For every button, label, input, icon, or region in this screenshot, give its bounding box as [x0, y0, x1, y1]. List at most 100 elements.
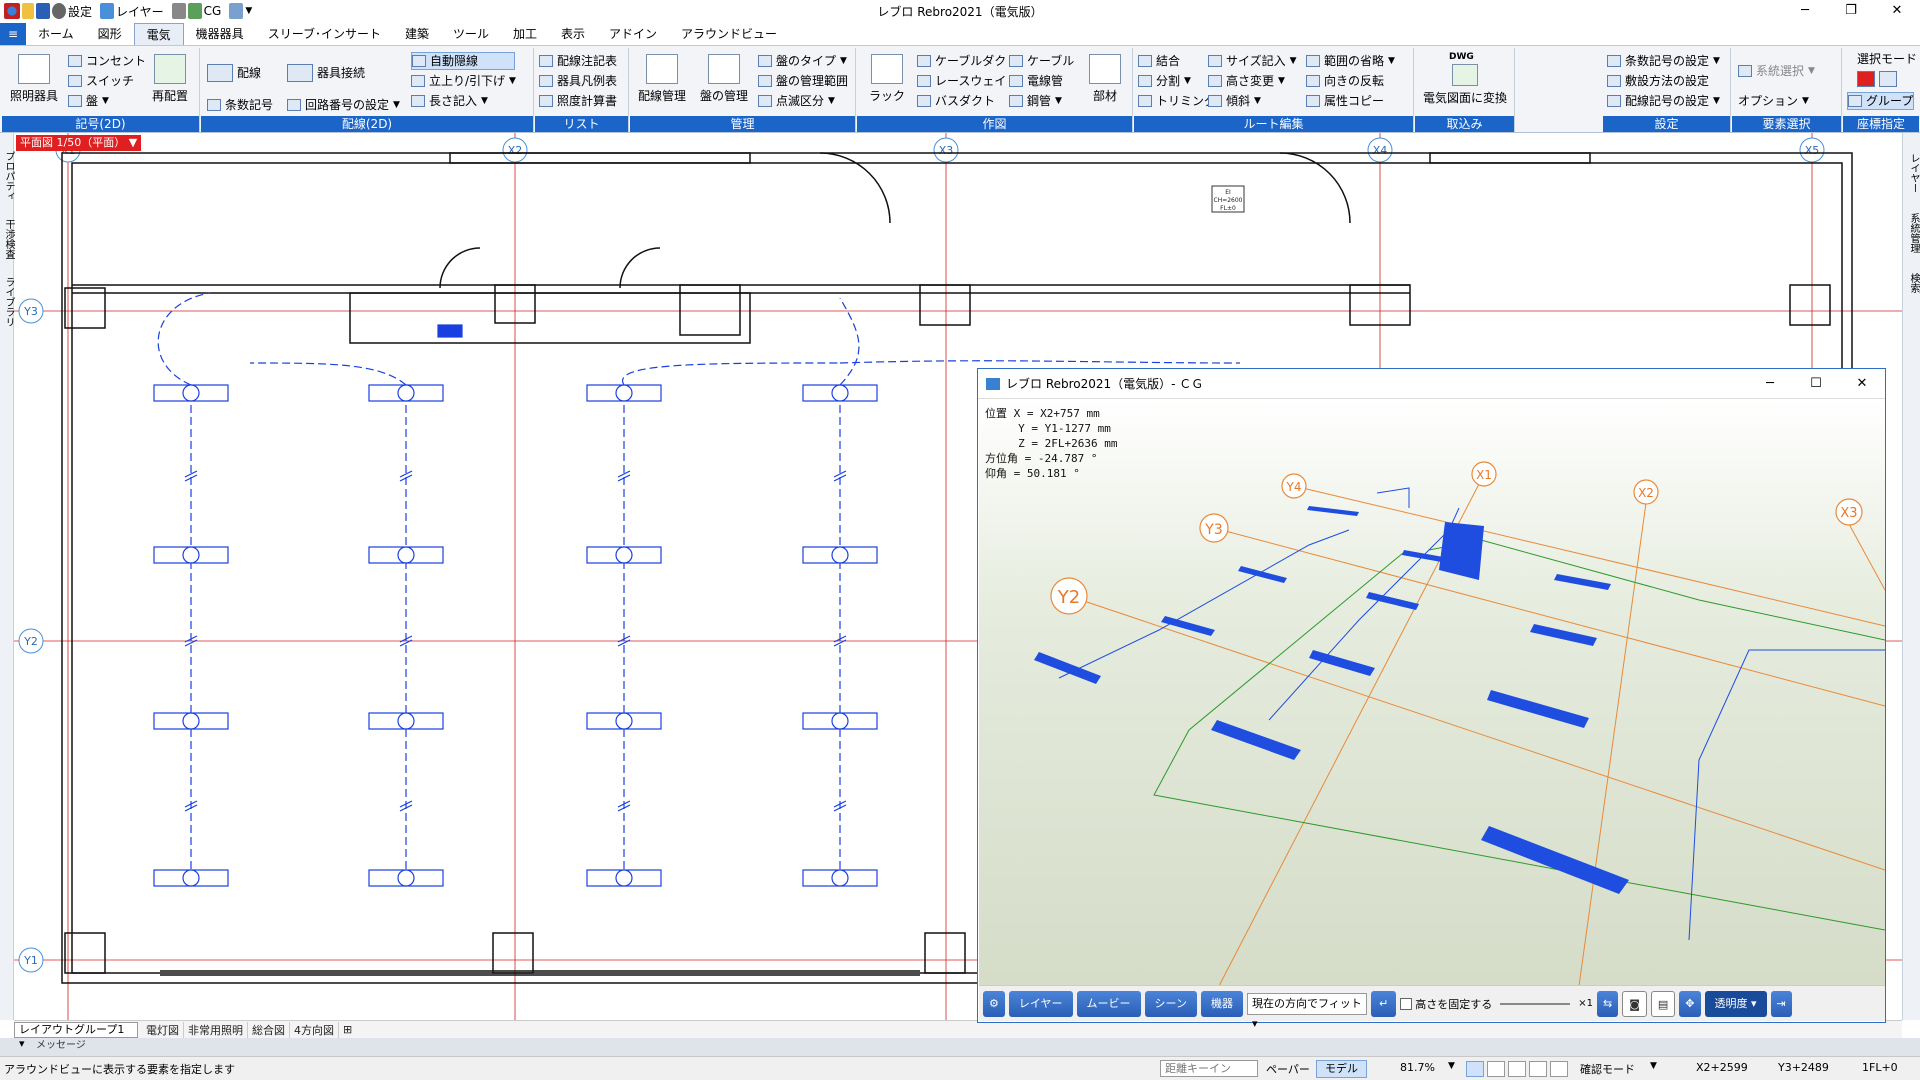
cg-exit-button[interactable]: ⇥	[1770, 990, 1792, 1017]
layer-tab[interactable]: レイヤー	[1906, 153, 1920, 193]
distribution-panel[interactable]	[437, 324, 463, 338]
cg-movie-button[interactable]: ムービー	[1076, 990, 1141, 1017]
interference-tab[interactable]: 干渉検査	[1, 219, 16, 259]
restore-button[interactable]: ❐	[1828, 0, 1874, 22]
cg-compass-button[interactable]: ✥	[1679, 990, 1701, 1017]
join-button[interactable]: 結合	[1138, 52, 1180, 70]
app-logo-icon[interactable]	[4, 3, 20, 19]
length-input-button[interactable]: 長さ記入 ▼	[411, 92, 488, 110]
conduit-button[interactable]: 鋼管 ▼	[1009, 92, 1062, 110]
settings-button[interactable]: 設定	[68, 3, 92, 20]
split-button[interactable]: 分割 ▼	[1138, 72, 1191, 90]
cg-speed-slider[interactable]	[1500, 1002, 1571, 1005]
gear-icon[interactable]	[52, 3, 66, 19]
count-symbol-button[interactable]: 条数記号	[207, 96, 273, 114]
snap-icon[interactable]	[1487, 1061, 1505, 1077]
parts-button[interactable]: 部材	[1079, 54, 1131, 104]
library-tab[interactable]: ライブラリ	[1, 277, 16, 327]
omit-range-button[interactable]: 範囲の省略 ▼	[1306, 52, 1395, 70]
camera-icon[interactable]	[229, 3, 244, 19]
add-layout-icon[interactable]: ⊞	[339, 1023, 356, 1036]
tab-electric[interactable]: 電気	[133, 23, 184, 45]
cg-camera-button[interactable]: ◙	[1622, 990, 1647, 1017]
cg-equipment-button[interactable]: 機器	[1201, 990, 1243, 1017]
model-tab[interactable]: モデル	[1316, 1060, 1367, 1078]
cg-close-button[interactable]: ✕	[1839, 369, 1885, 399]
size-input-button[interactable]: サイズ記入 ▼	[1208, 52, 1297, 70]
count-setting-button[interactable]: 条数記号の設定 ▼	[1607, 52, 1720, 70]
confirm-mode[interactable]: 確認モード	[1580, 1061, 1635, 1077]
cg-transparency-button[interactable]: 透明度 ▾	[1704, 990, 1767, 1017]
layout-tab-emergency[interactable]: 非常用照明	[184, 1021, 248, 1038]
cg-settings-button[interactable]: ⚙	[983, 990, 1005, 1017]
view-icon[interactable]	[1550, 1061, 1568, 1077]
busduct-button[interactable]: バスダクト	[917, 92, 995, 110]
chevron-down-icon[interactable]: ▼	[1448, 1061, 1455, 1071]
cg-layer-button[interactable]: レイヤー	[1008, 990, 1073, 1017]
tab-sleeve-insert[interactable]: スリーブ･インサート	[256, 23, 393, 45]
raceway-button[interactable]: レースウェイ	[917, 72, 1006, 90]
trim-button[interactable]: トリミング	[1138, 92, 1216, 110]
cg-swap-button[interactable]: ⇆	[1596, 990, 1619, 1017]
cg-3d-view[interactable]: 位置 X = X2+757 mm Y = Y1-1277 mm Z = 2FL+…	[979, 400, 1885, 986]
illuminance-button[interactable]: 照度計算書	[539, 92, 617, 110]
switch-button[interactable]: スイッチ	[68, 72, 134, 90]
rack-button[interactable]: ラック	[857, 54, 917, 104]
group-button[interactable]: グループ	[1847, 92, 1915, 110]
system-select-button[interactable]: 系統選択 ▼	[1738, 62, 1815, 80]
cg-maximize-button[interactable]: ☐	[1793, 369, 1839, 399]
attr-copy-button[interactable]: 属性コピー	[1306, 92, 1384, 110]
file-menu-button[interactable]: ≡	[0, 23, 26, 45]
tab-aroundview[interactable]: アラウンドビュー	[669, 23, 789, 45]
view-label[interactable]: 平面図 1/50（平面） ▼	[16, 135, 142, 151]
cg-fit-select[interactable]: 現在の方向でフィット ▾	[1247, 992, 1367, 1030]
tab-home[interactable]: ホーム	[26, 23, 86, 45]
cable-button[interactable]: ケーブル	[1009, 52, 1074, 70]
message-label[interactable]: メッセージ	[36, 1037, 86, 1055]
tab-addin[interactable]: アドイン	[597, 23, 669, 45]
layout-tab-lighting[interactable]: 電灯図	[142, 1021, 184, 1038]
lighting-button[interactable]: 照明器具	[4, 54, 64, 104]
paper-tab[interactable]: ペーパー	[1266, 1061, 1310, 1077]
cg-fix-height-checkbox[interactable]: 高さを固定する	[1400, 996, 1492, 1012]
cg-scene-button[interactable]: シーン	[1144, 990, 1197, 1017]
layer-button[interactable]: レイヤー	[116, 3, 164, 20]
tab-architecture[interactable]: 建築	[393, 23, 441, 45]
tab-processing[interactable]: 加工	[501, 23, 549, 45]
install-setting-button[interactable]: 敷設方法の設定	[1607, 72, 1709, 90]
minimize-button[interactable]: ─	[1782, 0, 1828, 22]
layout-group-select[interactable]: レイアウトグループ1 ▾	[14, 1021, 138, 1050]
select-mode-button[interactable]: 選択モード	[1857, 50, 1917, 68]
legend-button[interactable]: 器具凡例表	[539, 72, 617, 90]
slope-button[interactable]: 傾斜 ▼	[1208, 92, 1261, 110]
grid-snap-icon[interactable]	[1508, 1061, 1526, 1077]
auto-hidden-line-button[interactable]: 自動隠線	[411, 52, 515, 70]
option-button[interactable]: オプション ▼	[1738, 92, 1809, 110]
zoom-icon[interactable]	[1466, 1061, 1484, 1077]
distance-keyin-field[interactable]: 距離キーイン	[1160, 1060, 1258, 1077]
cg-enter-button[interactable]: ↵	[1371, 990, 1397, 1017]
tab-display[interactable]: 表示	[549, 23, 597, 45]
ortho-icon[interactable]	[1529, 1061, 1547, 1077]
blink-section-button[interactable]: 点滅区分 ▼	[758, 92, 835, 110]
system-manage-tab[interactable]: 系統管理	[1906, 213, 1920, 253]
zoom-level[interactable]: 81.7%	[1400, 1061, 1435, 1074]
panel-manage-button[interactable]: 盤の管理	[694, 54, 754, 104]
layer-icon[interactable]	[100, 3, 115, 19]
property-tab[interactable]: プロパティ	[1, 151, 16, 201]
convert-electric-button[interactable]: 電気図面に変換	[1419, 64, 1511, 106]
chevron-down-icon[interactable]: ▼	[245, 6, 252, 16]
tool-icon[interactable]	[171, 3, 186, 19]
note-table-button[interactable]: 配線注記表	[539, 52, 617, 70]
pointer-icon[interactable]	[1879, 71, 1897, 87]
tab-shapes[interactable]: 図形	[86, 23, 134, 45]
wiring-symbol-setting-button[interactable]: 配線記号の設定 ▼	[1607, 92, 1720, 110]
panel-type-button[interactable]: 盤のタイプ ▼	[758, 52, 847, 70]
layout-tab-composite[interactable]: 総合図	[248, 1021, 290, 1038]
tab-tools[interactable]: ツール	[441, 23, 501, 45]
height-change-button[interactable]: 高さ変更 ▼	[1208, 72, 1285, 90]
wiring-manage-button[interactable]: 配線管理	[632, 54, 692, 104]
cg-print-button[interactable]: ▤	[1650, 990, 1676, 1017]
layout-tab-4dir[interactable]: 4方向図	[290, 1021, 339, 1038]
cable-duct-button[interactable]: ケーブルダクト	[917, 52, 1018, 70]
